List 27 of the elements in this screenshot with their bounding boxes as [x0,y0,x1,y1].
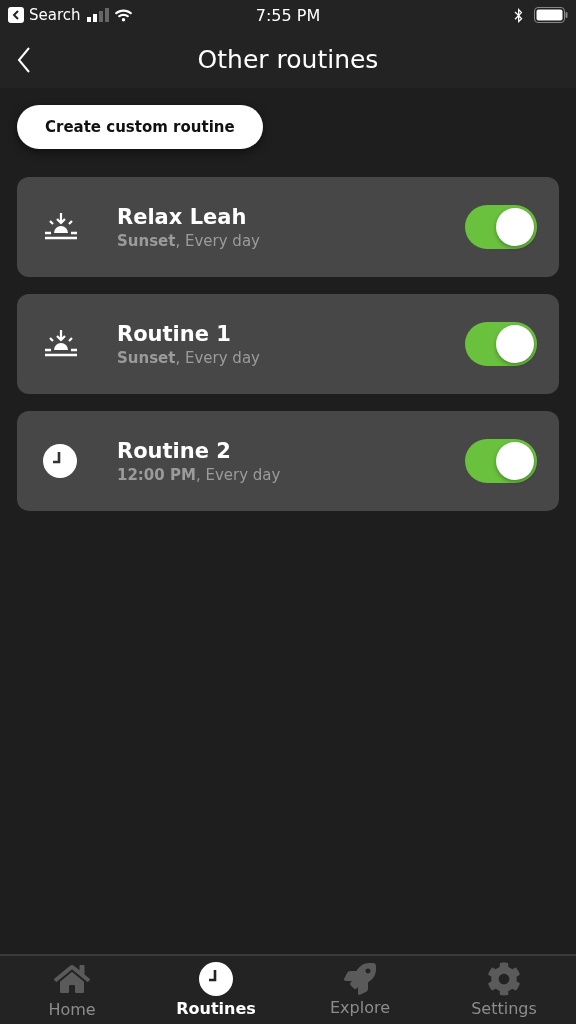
routine-schedule: Sunset, Every day [117,231,261,250]
routine-card[interactable]: Routine 1 Sunset, Every day [17,294,559,394]
routine-name: Relax Leah [117,204,248,229]
routine-card[interactable]: Routine 2 12:00 PM, Every day [17,411,559,511]
tab-item[interactable]: Explore [288,956,432,1024]
tab-item[interactable]: Home [0,956,144,1024]
routine-card[interactable]: Relax Leah Sunset, Every day [17,177,559,277]
create-routine-button[interactable]: Create custom routine [17,105,263,149]
back-icon[interactable] [8,7,24,23]
routine-toggle[interactable] [465,205,537,249]
routine-toggle[interactable] [465,439,537,483]
status-time: 7:55 PM [255,5,321,25]
routine-name: Routine 2 [117,438,232,463]
back-link[interactable]: Search [29,6,81,24]
routine-toggle[interactable] [465,322,537,366]
routine-schedule: 12:00 PM, Every day [117,465,282,484]
settings-icon [487,962,521,996]
routine-schedule: Sunset, Every day [117,348,261,367]
tab-item[interactable]: Routines [144,956,288,1024]
battery-icon [534,7,568,23]
clock-icon [43,444,77,478]
rocket-icon [344,963,376,995]
clock-icon [199,962,233,996]
signal-icon [86,8,109,22]
tab-item[interactable]: Settings [432,956,576,1024]
page-title: Other routines [197,44,379,74]
routine-name: Routine 1 [117,321,232,346]
